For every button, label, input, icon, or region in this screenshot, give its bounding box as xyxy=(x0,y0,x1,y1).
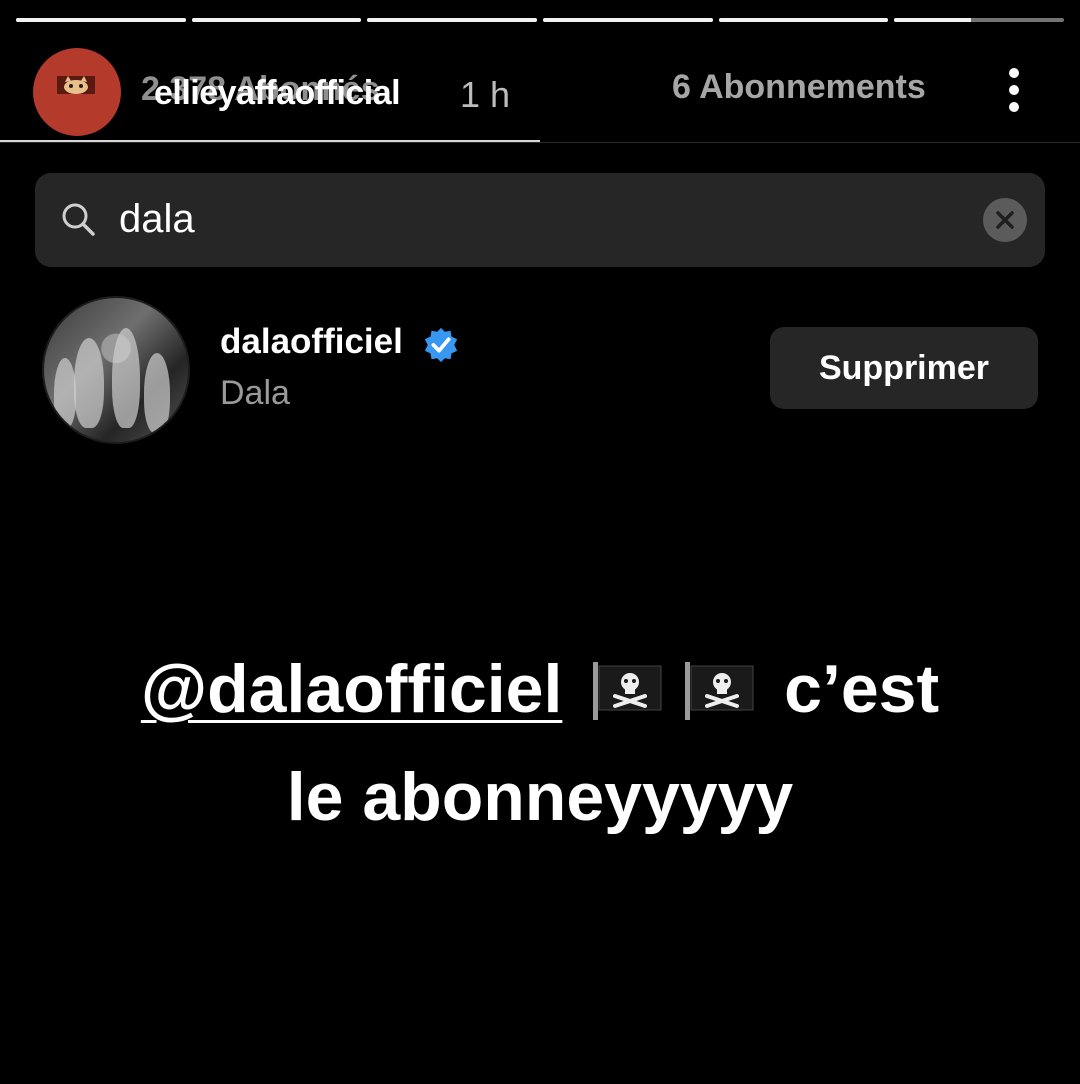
remove-button[interactable]: Supprimer xyxy=(770,327,1038,409)
story-username[interactable]: ellieyaffaofficial xyxy=(154,74,401,113)
result-avatar[interactable] xyxy=(42,296,190,444)
search-bar[interactable]: dala xyxy=(35,173,1045,267)
story-progress-segment xyxy=(367,18,538,22)
cat-icon xyxy=(57,76,95,94)
clear-icon[interactable] xyxy=(983,198,1027,242)
caption-text: c’est xyxy=(784,651,940,727)
story-progress-segment xyxy=(191,18,362,22)
mention-sticker[interactable]: @dalaofficiel xyxy=(141,651,563,727)
search-input[interactable]: dala xyxy=(119,197,195,242)
profile-avatar[interactable] xyxy=(33,48,121,136)
verified-badge-icon xyxy=(424,327,458,363)
pirate-flag-icon xyxy=(685,662,754,720)
story-timestamp: 1 h xyxy=(460,74,511,115)
story-caption-line-1: @dalaofficiel c’est xyxy=(0,650,1080,728)
result-username[interactable]: dalaofficiel xyxy=(220,322,403,362)
following-tab[interactable]: 6 Abonnements xyxy=(672,68,926,107)
result-full-name: Dala xyxy=(220,374,290,412)
pirate-flag-icon xyxy=(593,662,662,720)
story-progress-segment xyxy=(16,18,186,22)
vertical-dots-icon[interactable] xyxy=(996,66,1032,114)
story-progress-bar xyxy=(16,18,1065,23)
story-caption-line-2: le abonneyyyyy xyxy=(286,759,794,835)
active-tab-indicator xyxy=(0,140,540,142)
story-progress-segment xyxy=(543,18,713,22)
search-icon xyxy=(62,203,95,236)
tab-divider xyxy=(0,142,1080,143)
story-progress-segment xyxy=(718,18,889,22)
story-progress-segment xyxy=(894,18,1065,22)
